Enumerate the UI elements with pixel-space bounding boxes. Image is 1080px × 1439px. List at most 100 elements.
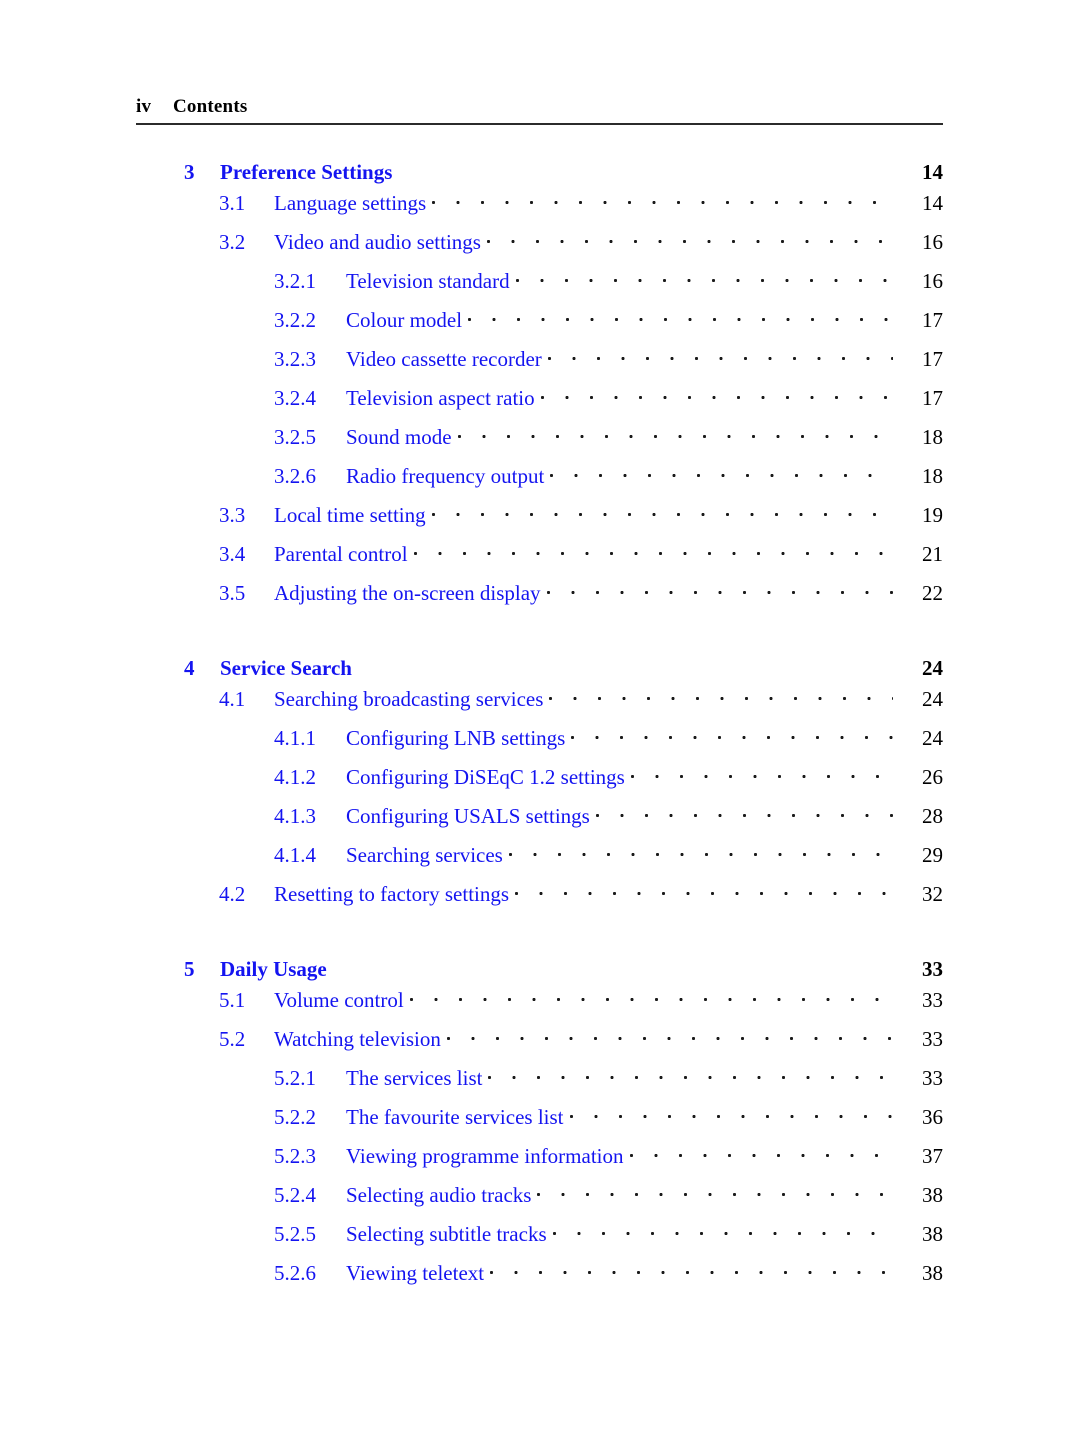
toc-entry-title: Configuring DiSEqC 1.2 settings	[346, 765, 625, 789]
toc-entry-title: Viewing teletext	[346, 1261, 485, 1285]
toc-entry-subsection[interactable]: 4.1.1 Configuring LNB settings 24	[136, 724, 943, 763]
toc-entry-number: 5.2	[219, 1027, 246, 1051]
toc-entry-subsection[interactable]: 3.2.6 Radio frequency output 18	[136, 462, 943, 501]
toc-entry-page-number: 16	[922, 269, 943, 293]
toc-entry-page-number: 17	[922, 308, 943, 332]
toc-entry-page-number: 33	[922, 1027, 943, 1051]
toc-entry-title: Selecting audio tracks	[346, 1183, 532, 1207]
toc-entry-subsection[interactable]: 4.1.2 Configuring DiSEqC 1.2 settings 26	[136, 763, 943, 802]
toc-entry-title: The services list	[346, 1066, 483, 1090]
toc-dot-leader	[540, 384, 893, 405]
toc-entry-number: 3.5	[219, 581, 246, 605]
toc-entry-page-number: 38	[922, 1183, 943, 1207]
toc-entry-title: Television aspect ratio	[346, 386, 535, 410]
toc-dot-leader	[446, 1025, 893, 1046]
toc-entry-section[interactable]: 3.1 Language settings 14	[136, 189, 943, 228]
toc-entry-page-number: 32	[922, 882, 943, 906]
toc-entry-section[interactable]: 4.2 Resetting to factory settings 32	[136, 880, 943, 919]
toc-entry-title: Parental control	[274, 542, 408, 566]
toc-entry-page-number: 38	[922, 1261, 943, 1285]
toc-entry-page-number: 18	[922, 425, 943, 449]
toc-dot-leader	[552, 1220, 893, 1241]
toc-entry-number: 3.2.2	[274, 308, 316, 332]
toc-entry-page-number: 24	[922, 656, 943, 680]
toc-entry-page-number: 17	[922, 386, 943, 410]
toc-entry-title: Service Search	[220, 656, 352, 680]
page-folio: iv	[136, 96, 152, 117]
toc-entry-chapter[interactable]: 3 Preference Settings 14	[136, 158, 943, 185]
toc-entry-page-number: 18	[922, 464, 943, 488]
toc-dot-leader	[488, 1064, 893, 1085]
toc-entry-title: Configuring LNB settings	[346, 726, 566, 750]
toc-dot-leader	[413, 540, 893, 561]
toc-entry-chapter[interactable]: 5 Daily Usage 33	[136, 955, 943, 982]
toc-entry-number: 5.2.5	[274, 1222, 316, 1246]
toc-dot-leader	[547, 345, 893, 366]
toc-dot-leader	[358, 654, 893, 675]
toc-entry-title: Video and audio settings	[274, 230, 481, 254]
toc-dot-leader	[630, 763, 893, 784]
toc-entry-section[interactable]: 5.1 Volume control 33	[136, 986, 943, 1025]
toc-entry-title: Radio frequency output	[346, 464, 545, 488]
toc-dot-leader	[468, 306, 893, 327]
toc-entry-subsection[interactable]: 5.2.5 Selecting subtitle tracks 38	[136, 1220, 943, 1259]
toc-entry-title: Preference Settings	[220, 160, 393, 184]
toc-entry-title: Sound mode	[346, 425, 452, 449]
toc-entry-title: Configuring USALS settings	[346, 804, 590, 828]
toc-entry-subsection[interactable]: 5.2.6 Viewing teletext 38	[136, 1259, 943, 1298]
toc-entry-number: 5.2.4	[274, 1183, 316, 1207]
toc-entry-page-number: 24	[922, 726, 943, 750]
running-header-line: iv Contents	[136, 96, 943, 118]
toc-dot-leader	[515, 267, 893, 288]
toc-entry-page-number: 28	[922, 804, 943, 828]
toc-entry-number: 3.2.4	[274, 386, 316, 410]
toc-entry-number: 3.2.5	[274, 425, 316, 449]
toc-entry-title: Language settings	[274, 191, 427, 215]
toc-entry-number: 5	[184, 957, 195, 981]
toc-entry-number: 3.2.6	[274, 464, 316, 488]
toc-entry-subsection[interactable]: 3.2.5 Sound mode 18	[136, 423, 943, 462]
toc-dot-leader	[571, 724, 893, 745]
toc-dot-leader	[629, 1142, 893, 1163]
toc-dot-leader	[457, 423, 893, 444]
toc-entry-section[interactable]: 3.2 Video and audio settings 16	[136, 228, 943, 267]
toc-entry-page-number: 33	[922, 1066, 943, 1090]
toc-entry-subsection[interactable]: 3.2.3 Video cassette recorder 17	[136, 345, 943, 384]
toc-entry-number: 3.4	[219, 542, 246, 566]
toc-entry-subsection[interactable]: 5.2.1 The services list 33	[136, 1064, 943, 1103]
toc-entry-title: Volume control	[274, 988, 404, 1012]
toc-entry-subsection[interactable]: 5.2.2 The favourite services list 36	[136, 1103, 943, 1142]
toc-entry-page-number: 38	[922, 1222, 943, 1246]
toc-entry-section[interactable]: 3.4 Parental control 21	[136, 540, 943, 579]
toc-dot-leader	[490, 1259, 893, 1280]
toc-entry-number: 3	[184, 160, 195, 184]
toc-entry-subsection[interactable]: 5.2.4 Selecting audio tracks 38	[136, 1181, 943, 1220]
toc-entry-page-number: 36	[922, 1105, 943, 1129]
toc-entry-section[interactable]: 4.1 Searching broadcasting services 24	[136, 685, 943, 724]
toc-entry-number: 4.2	[219, 882, 246, 906]
toc-entry-subsection[interactable]: 4.1.4 Searching services 29	[136, 841, 943, 880]
toc-entry-section[interactable]: 5.2 Watching television 33	[136, 1025, 943, 1064]
toc-entry-title: Television standard	[346, 269, 510, 293]
toc-entry-page-number: 21	[922, 542, 943, 566]
toc-entry-chapter[interactable]: 4 Service Search 24	[136, 654, 943, 681]
toc-entry-title: Daily Usage	[220, 957, 327, 981]
toc-entry-number: 3.2	[219, 230, 246, 254]
toc-entry-section[interactable]: 3.5 Adjusting the on-screen display 22	[136, 579, 943, 618]
toc-entry-subsection[interactable]: 4.1.3 Configuring USALS settings 28	[136, 802, 943, 841]
table-of-contents: 3 Preference Settings 14 3.1 Language settin…	[136, 158, 943, 1298]
toc-entry-page-number: 16	[922, 230, 943, 254]
toc-entry-subsection[interactable]: 5.2.3 Viewing programme information 37	[136, 1142, 943, 1181]
toc-entry-title: Colour model	[346, 308, 463, 332]
toc-entry-subsection[interactable]: 3.2.2 Colour model 17	[136, 306, 943, 345]
toc-entry-page-number: 14	[922, 191, 943, 215]
toc-dot-leader	[432, 189, 893, 210]
toc-entry-subsection[interactable]: 3.2.1 Television standard 16	[136, 267, 943, 306]
toc-dot-leader	[546, 579, 893, 600]
toc-entry-number: 3.3	[219, 503, 246, 527]
toc-entry-title: Video cassette recorder	[346, 347, 542, 371]
toc-entry-section[interactable]: 3.3 Local time setting 19	[136, 501, 943, 540]
toc-entry-number: 4.1.4	[274, 843, 316, 867]
toc-entry-subsection[interactable]: 3.2.4 Television aspect ratio 17	[136, 384, 943, 423]
toc-entry-number: 5.2.2	[274, 1105, 316, 1129]
